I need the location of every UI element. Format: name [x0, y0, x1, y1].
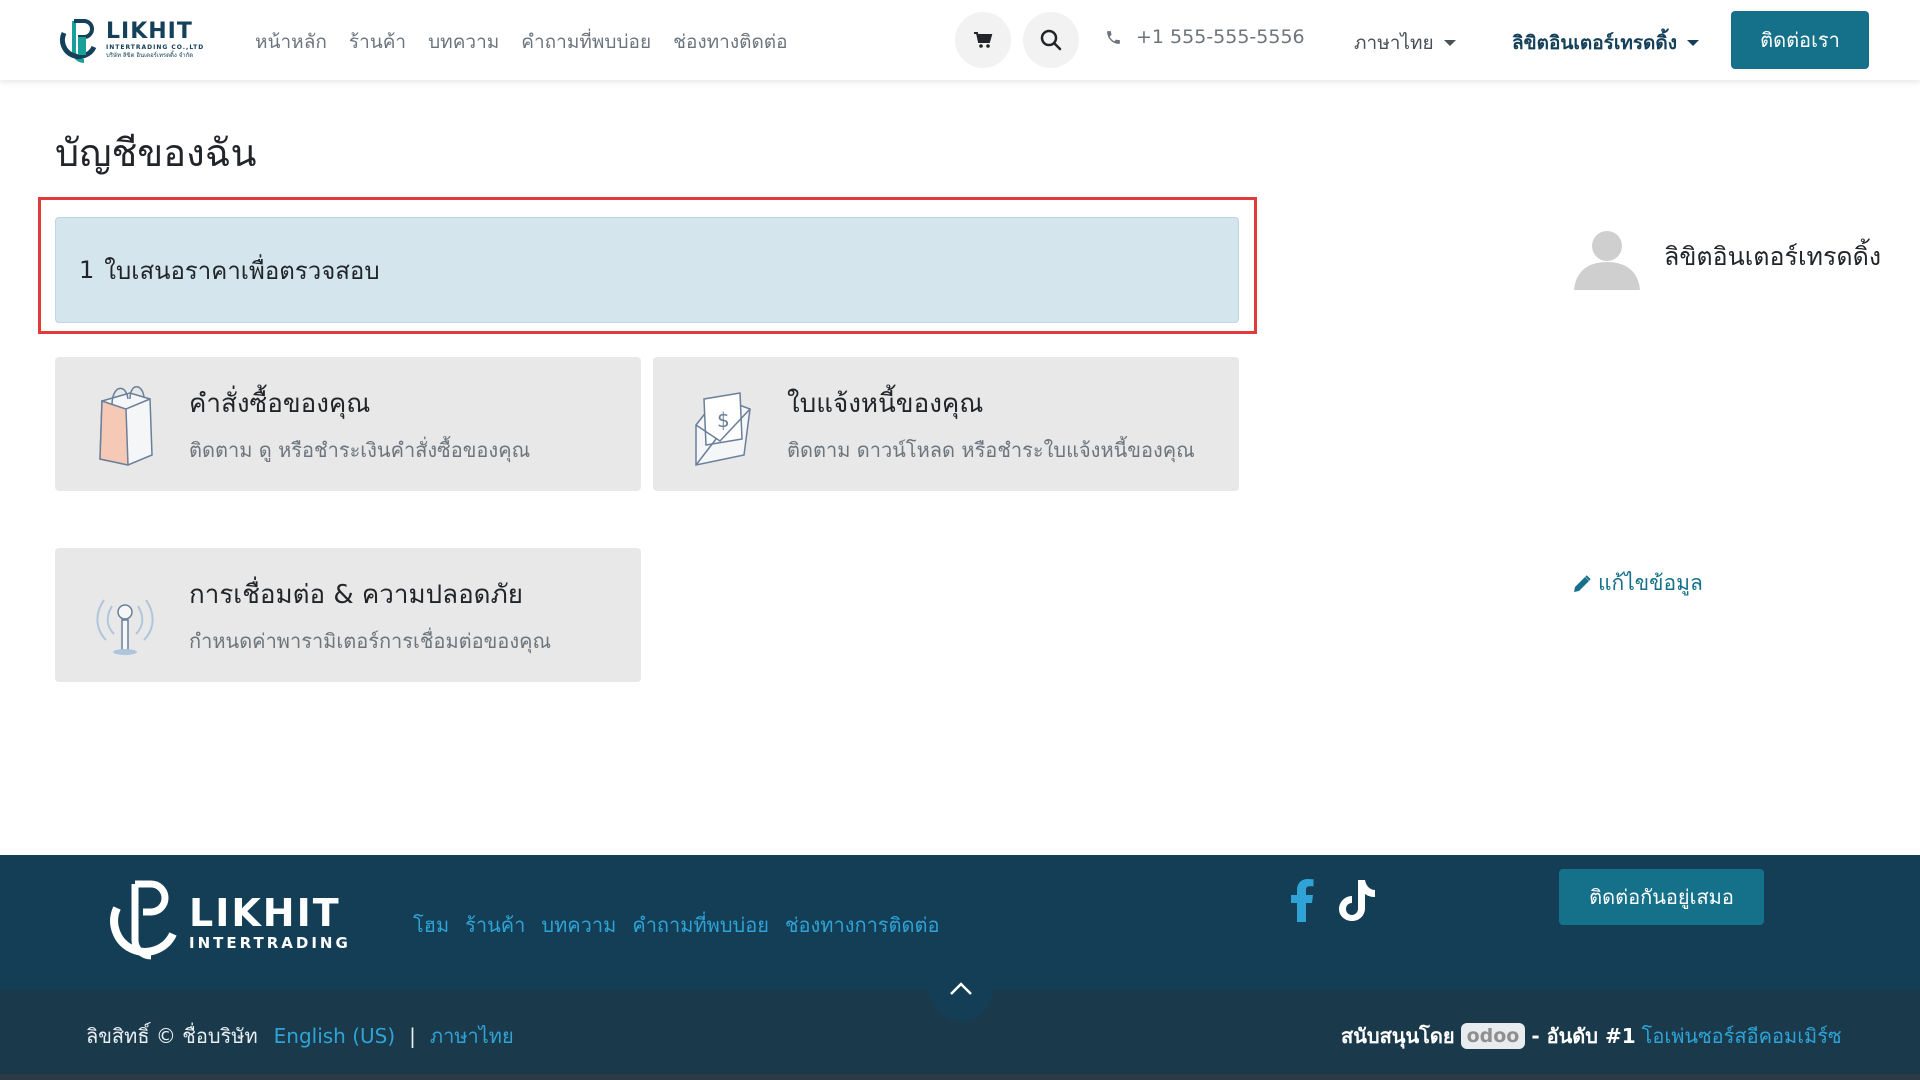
contact-us-button[interactable]: ติดต่อเรา	[1731, 11, 1869, 69]
edit-profile-link[interactable]: แก้ไขข้อมูล	[1572, 567, 1703, 600]
edit-profile-label: แก้ไขข้อมูล	[1598, 571, 1703, 595]
avatar	[1574, 231, 1640, 290]
powered-by: สนับสนุนโดย odoo - อันดับ #1 โอเพ่นซอร์ส…	[1341, 1020, 1842, 1052]
quotations-alert[interactable]: 1 ใบเสนอราคาเพื่อตรวจสอบ	[55, 217, 1239, 323]
shopping-bag-icon	[99, 386, 153, 466]
powered-rank: - อันดับ #1	[1531, 1024, 1636, 1048]
footer-edge	[0, 1074, 1920, 1080]
chevron-down-icon	[1687, 40, 1699, 46]
nav-faq[interactable]: คำถามที่พบบ่อย	[521, 27, 651, 57]
footer-nav-contact[interactable]: ช่องทางการติดต่อ	[785, 909, 940, 941]
quotation-alert-text: ใบเสนอราคาเพื่อตรวจสอบ	[104, 256, 380, 285]
quotation-count: 1	[79, 256, 95, 284]
security-card-title: การเชื่อมต่อ & ความปลอดภัย	[189, 579, 523, 610]
footer-logo-mark-icon	[110, 880, 177, 960]
nav-blog[interactable]: บทความ	[428, 27, 499, 57]
search-icon	[1040, 29, 1062, 51]
invoices-card-title: ใบแจ้งหนี้ของคุณ	[787, 388, 984, 419]
nav-contact[interactable]: ช่องทางติดต่อ	[673, 27, 787, 57]
stay-in-touch-button[interactable]: ติดต่อกันอยู่เสมอ	[1559, 869, 1764, 925]
language-dropdown[interactable]: ภาษาไทย	[1354, 28, 1456, 58]
site-logo[interactable]: LIKHIT INTERTRADING CO.,LTD บริษัท ลิขิต…	[56, 14, 206, 66]
invoices-card[interactable]: $ ใบแจ้งหนี้ของคุณ ติดตาม ดาวน์โหลด หรือ…	[653, 357, 1239, 491]
security-card[interactable]: การเชื่อมต่อ & ความปลอดภัย กำหนดค่าพาราม…	[55, 548, 641, 682]
main-nav: หน้าหลัก ร้านค้า บทความ คำถามที่พบบ่อย ช…	[255, 27, 810, 57]
svg-text:$: $	[717, 408, 730, 432]
footer-logo[interactable]: LIKHIT INTERTRADING	[105, 872, 365, 972]
invoices-card-subtitle: ติดตาม ดาวน์โหลด หรือชำระใบแจ้งหนี้ของคุ…	[787, 437, 1195, 462]
antenna-signal-icon	[96, 599, 154, 655]
language-label: ภาษาไทย	[1354, 32, 1434, 54]
facebook-link[interactable]	[1280, 876, 1324, 924]
phone-number: +1 555-555-5556	[1136, 26, 1305, 48]
footer-nav: โฮม ร้านค้า บทความ คำถามที่พบบ่อย ช่องทา…	[413, 909, 956, 941]
odoo-logo[interactable]: odoo	[1460, 1023, 1526, 1049]
profile-name: ลิขิตอินเตอร์เทรดดิ้ง	[1664, 242, 1882, 271]
powered-prefix: สนับสนุนโดย	[1341, 1024, 1455, 1048]
orders-card-title: คำสั่งซื้อของคุณ	[189, 388, 371, 419]
footer-logo-sub: INTERTRADING	[189, 933, 351, 952]
cart-button[interactable]	[955, 12, 1011, 68]
tiktok-icon	[1339, 880, 1375, 921]
phone-contact[interactable]: +1 555-555-5556	[1105, 26, 1305, 48]
search-button[interactable]	[1023, 12, 1079, 68]
logo-sub-thai: บริษัท ลิขิต อินเตอร์เทรดดิ้ง จำกัด	[106, 52, 194, 59]
chevron-up-icon	[950, 982, 972, 995]
logo-sub: INTERTRADING CO.,LTD	[106, 44, 205, 51]
invoice-envelope-icon: $	[695, 392, 751, 466]
facebook-icon	[1291, 878, 1314, 922]
cart-icon	[974, 32, 993, 48]
page-title: บัญชีของฉัน	[55, 131, 257, 175]
phone-icon	[1107, 30, 1120, 44]
footer-nav-home[interactable]: โฮม	[413, 909, 449, 941]
nav-shop[interactable]: ร้านค้า	[349, 27, 406, 57]
orders-card[interactable]: คำสั่งซื้อของคุณ ติดตาม ดู หรือชำระเงินค…	[55, 357, 641, 491]
logo-brand: LIKHIT	[106, 19, 193, 44]
scroll-to-top-button[interactable]	[929, 957, 993, 1021]
chevron-down-icon	[1443, 40, 1456, 46]
footer-nav-blog[interactable]: บทความ	[541, 909, 616, 941]
footer-logo-brand: LIKHIT	[189, 890, 341, 935]
orders-card-subtitle: ติดตาม ดู หรือชำระเงินคำสั่งซื้อของคุณ	[189, 437, 531, 462]
top-navbar: LIKHIT INTERTRADING CO.,LTD บริษัท ลิขิต…	[0, 0, 1920, 80]
pencil-icon	[1574, 574, 1591, 592]
logo-mark-icon	[59, 19, 97, 63]
security-card-subtitle: กำหนดค่าพารามิเตอร์การเชื่อมต่อของคุณ	[189, 628, 552, 653]
lang-thai-link[interactable]: ภาษาไทย	[430, 1020, 514, 1052]
user-menu-dropdown[interactable]: ลิขิตอินเตอร์เทรดดิ้ง	[1512, 28, 1699, 58]
user-name: ลิขิตอินเตอร์เทรดดิ้ง	[1512, 32, 1677, 54]
copyright-text: ลิขสิทธิ์ © ชื่อบริษัท	[86, 1024, 258, 1048]
copyright-bar: ลิขสิทธิ์ © ชื่อบริษัท English (US) | ภา…	[86, 1020, 514, 1052]
nav-home[interactable]: หน้าหลัก	[255, 27, 327, 57]
footer-nav-faq[interactable]: คำถามที่พบบ่อย	[632, 909, 769, 941]
lang-english-link[interactable]: English (US)	[274, 1024, 396, 1048]
ecommerce-link[interactable]: โอเพ่นซอร์สอีคอมเมิร์ซ	[1642, 1020, 1842, 1052]
footer-nav-shop[interactable]: ร้านค้า	[465, 909, 525, 941]
tiktok-link[interactable]	[1334, 876, 1378, 924]
lang-separator: |	[409, 1024, 416, 1048]
